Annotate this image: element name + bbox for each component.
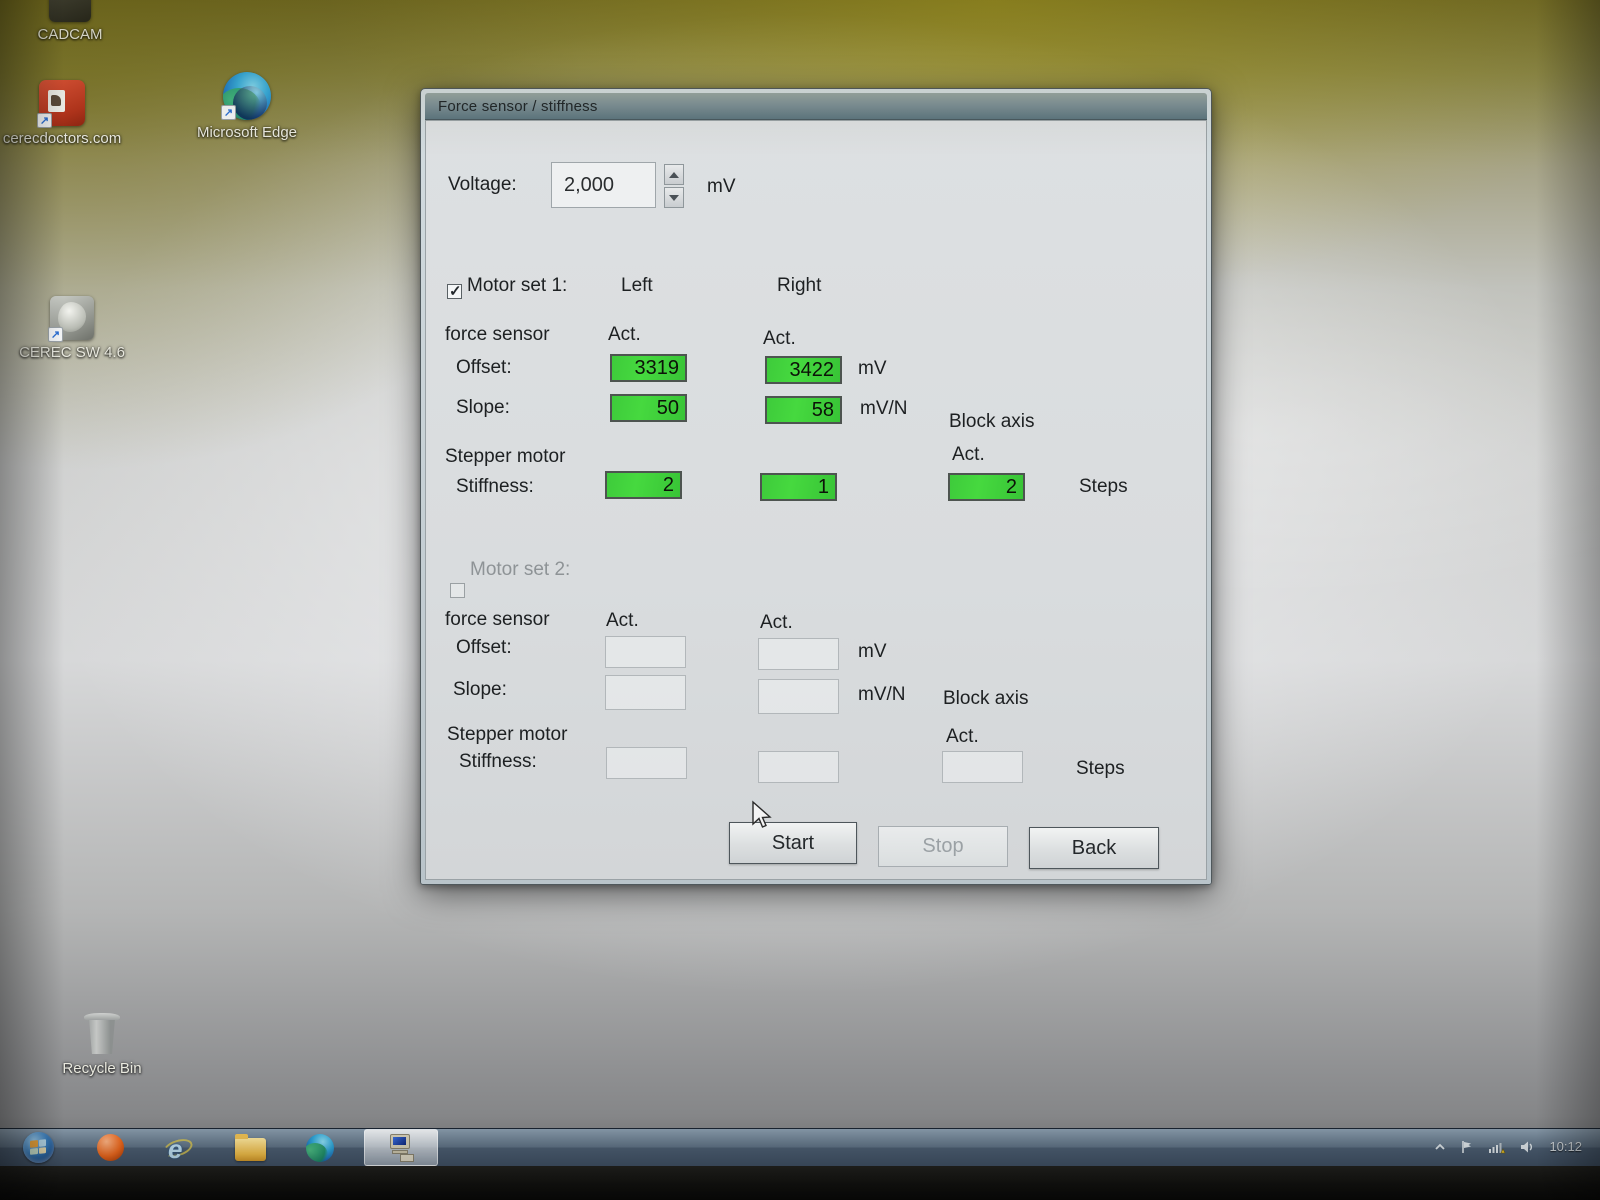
taskbar-item-cerec-app[interactable] (88, 1130, 132, 1166)
internet-explorer-icon: e (163, 1133, 193, 1163)
stepper-motor-label-2: Stepper motor (447, 724, 567, 746)
folder-icon (235, 1138, 266, 1161)
taskbar-clock[interactable]: 10:12 (1549, 1140, 1582, 1154)
slope-label-2: Slope: (453, 679, 507, 701)
slope-unit: mV/N (860, 398, 908, 420)
monitor-bezel (0, 1166, 1600, 1200)
start-button-taskbar[interactable] (16, 1130, 60, 1166)
force-sensor-stiffness-dialog: Force sensor / stiffness Voltage: mV Mot… (420, 88, 1212, 885)
stiffness-unit-2: Steps (1076, 758, 1125, 780)
offset-label-2: Offset: (456, 637, 512, 659)
cadcam-icon (8, 0, 132, 22)
stiffness-label: Stiffness: (456, 476, 534, 498)
desktop-icon-label: Microsoft Edge (185, 124, 309, 141)
slope-unit-2: mV/N (858, 684, 906, 706)
stiffness-right-value: 1 (760, 473, 837, 501)
shortcut-arrow-icon: ↗ (37, 113, 52, 128)
stiffness-left-value: 2 (605, 471, 682, 499)
block-axis-label-2: Block axis (943, 688, 1029, 710)
arrow-down-icon (669, 195, 679, 201)
start-button[interactable]: Start (729, 822, 857, 864)
act-label-left-2: Act. (606, 610, 639, 632)
arrow-up-icon (669, 172, 679, 178)
desktop-icon-cerecdoctors[interactable]: ↗ cerecdoctors.com (0, 80, 124, 147)
act-label-left: Act. (608, 324, 641, 346)
cerec-sw-icon: ↗ (50, 296, 94, 340)
dialog-title: Force sensor / stiffness (438, 98, 598, 115)
motor-set-1-checkbox[interactable] (447, 284, 462, 299)
voltage-spin-down-button[interactable] (664, 187, 684, 208)
motor-set-2-label: Motor set 2: (470, 559, 570, 581)
taskbar: e 10:12 (0, 1128, 1600, 1166)
taskbar-item-internet-explorer[interactable]: e (156, 1130, 200, 1166)
edge-icon (306, 1134, 334, 1162)
offset-label: Offset: (456, 357, 512, 379)
stiffness-unit: Steps (1079, 476, 1128, 498)
block-axis-label: Block axis (949, 411, 1035, 433)
force-sensor-label: force sensor (445, 324, 550, 346)
voltage-input[interactable] (551, 162, 656, 208)
stiffness-label-2: Stiffness: (459, 751, 537, 773)
stiffness-block-field-2 (942, 751, 1023, 783)
slope-left-field-2 (605, 675, 686, 710)
column-left-header: Left (621, 275, 653, 297)
force-sensor-label-2: force sensor (445, 609, 550, 631)
stop-button[interactable]: Stop (878, 826, 1008, 867)
system-tray: 10:12 (1434, 1140, 1600, 1154)
action-center-flag-icon[interactable] (1460, 1140, 1474, 1154)
voltage-label: Voltage: (448, 174, 517, 196)
slope-right-value: 58 (765, 396, 842, 424)
stiffness-right-field-2 (758, 751, 839, 783)
shortcut-arrow-icon: ↗ (221, 105, 236, 120)
desktop-icon-cadcam[interactable]: CADCAM (8, 0, 132, 43)
desktop-icon-edge[interactable]: ↗ Microsoft Edge (185, 72, 309, 141)
offset-left-field-2 (605, 636, 686, 668)
motor-set-1-label: Motor set 1: (467, 275, 567, 297)
offset-unit-2: mV (858, 641, 887, 663)
service-app-icon (386, 1133, 416, 1163)
act-label-right: Act. (763, 328, 796, 350)
back-button[interactable]: Back (1029, 827, 1159, 869)
cerecdoctors-icon: ↗ (39, 80, 85, 126)
voltage-unit: mV (707, 176, 736, 198)
offset-right-field-2 (758, 638, 839, 670)
windows-start-icon (23, 1132, 54, 1163)
desktop-icon-label: cerecdoctors.com (0, 130, 124, 147)
slope-label: Slope: (456, 397, 510, 419)
tray-expand-icon[interactable] (1434, 1142, 1446, 1152)
cerec-app-icon (97, 1134, 124, 1161)
desktop-icon-recycle-bin[interactable]: Recycle Bin (40, 1008, 164, 1077)
motor-set-2-checkbox[interactable] (450, 583, 465, 598)
desktop-icon-cerec-sw[interactable]: ↗ CEREC SW 4.6 (10, 296, 134, 361)
offset-left-value: 3319 (610, 354, 687, 382)
slope-left-value: 50 (610, 394, 687, 422)
act-label-block: Act. (952, 444, 985, 466)
edge-icon: ↗ (223, 72, 271, 120)
desktop-icon-label: CADCAM (8, 26, 132, 43)
volume-icon[interactable] (1520, 1140, 1535, 1154)
desktop-icon-label: Recycle Bin (40, 1060, 164, 1077)
stiffness-block-value: 2 (948, 473, 1025, 501)
offset-right-value: 3422 (765, 356, 842, 384)
shortcut-arrow-icon: ↗ (48, 327, 63, 342)
column-right-header: Right (777, 275, 821, 297)
dialog-title-bar[interactable]: Force sensor / stiffness (425, 93, 1207, 120)
act-label-right-2: Act. (760, 612, 793, 634)
slope-right-field-2 (758, 679, 839, 714)
taskbar-item-windows-explorer[interactable] (228, 1130, 272, 1166)
voltage-spin-up-button[interactable] (664, 164, 684, 185)
stiffness-left-field-2 (606, 747, 687, 779)
stepper-motor-label: Stepper motor (445, 446, 565, 468)
offset-unit: mV (858, 358, 887, 380)
recycle-bin-icon (40, 1008, 164, 1056)
taskbar-item-service-app-active[interactable] (364, 1129, 438, 1166)
desktop-icon-label: CEREC SW 4.6 (10, 344, 134, 361)
act-label-block-2: Act. (946, 726, 979, 748)
taskbar-item-microsoft-edge[interactable] (298, 1130, 342, 1166)
network-status-icon[interactable] (1488, 1140, 1506, 1154)
